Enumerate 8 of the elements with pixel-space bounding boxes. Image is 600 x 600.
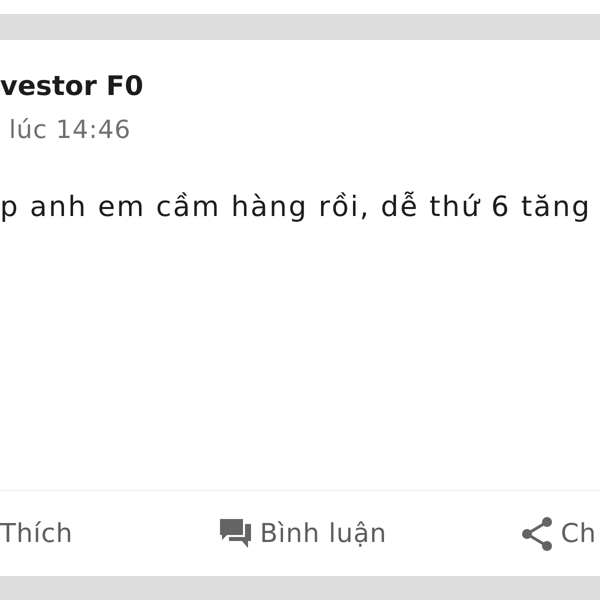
post-text: p anh em cầm hàng rồi, dễ thứ 6 tăng <box>0 190 592 224</box>
author-name[interactable]: vestor F0 <box>0 70 144 104</box>
like-button[interactable]: Thích <box>0 516 73 550</box>
share-icon <box>520 516 553 550</box>
post-time: lúc 14:46 <box>9 114 131 146</box>
comment-button[interactable]: Bình luận <box>218 516 387 550</box>
share-button[interactable]: Ch <box>520 516 596 550</box>
speech-bubbles-icon <box>218 518 252 549</box>
